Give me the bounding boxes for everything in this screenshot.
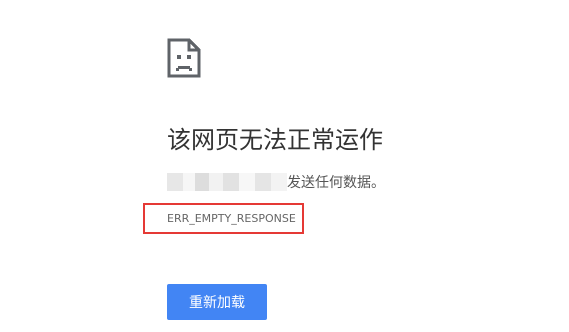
error-code: ERR_EMPTY_RESPONSE xyxy=(167,212,296,225)
reload-button[interactable]: 重新加载 xyxy=(167,284,267,320)
error-description: 发送任何数据。 xyxy=(167,171,385,193)
sad-document-icon xyxy=(167,38,201,78)
page-title: 该网页无法正常运作 xyxy=(167,126,383,154)
redacted-text xyxy=(167,173,287,191)
error-description-text: 发送任何数据。 xyxy=(287,175,385,191)
